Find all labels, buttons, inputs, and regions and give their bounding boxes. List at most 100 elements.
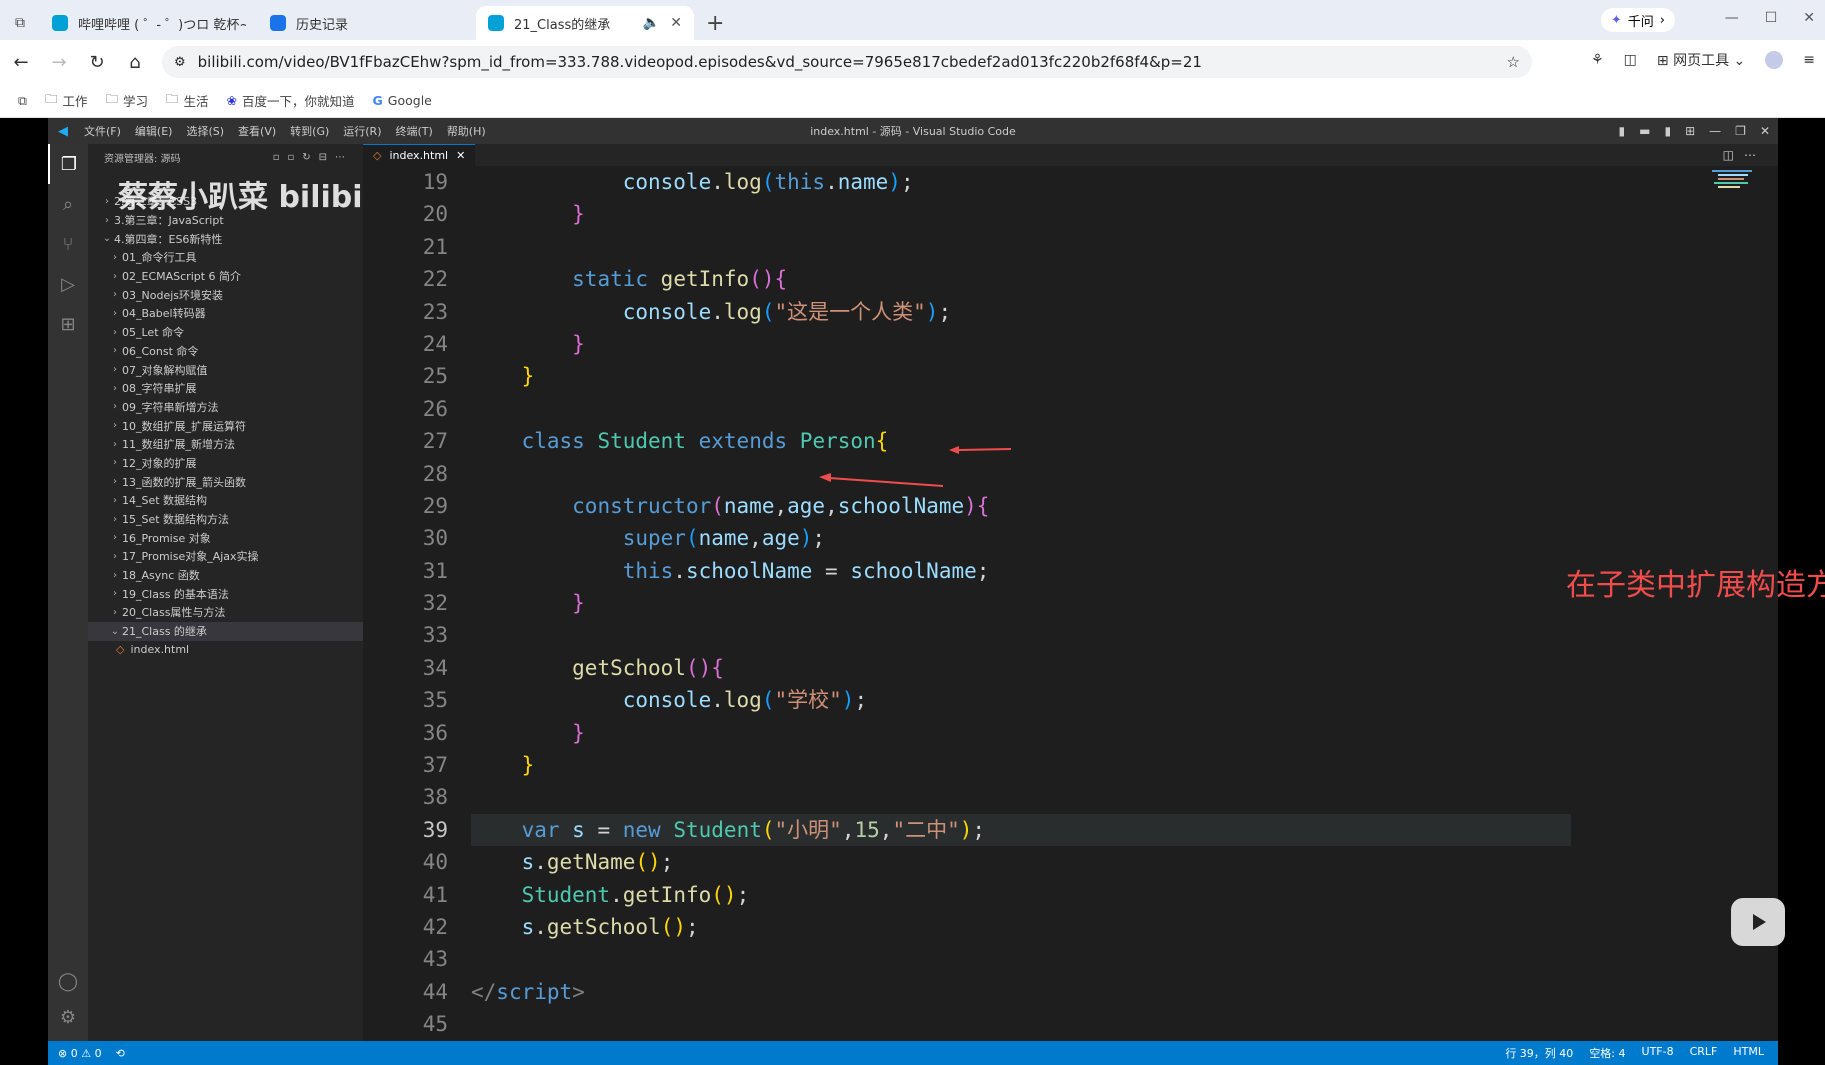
explorer-icon[interactable]: ❐ bbox=[48, 144, 88, 184]
folder-item[interactable]: › 07_对象解构赋值 bbox=[88, 360, 363, 379]
layout-sidebar-icon[interactable]: ▮ bbox=[1619, 124, 1626, 138]
folder-item[interactable]: › 01_命令行工具 bbox=[88, 248, 363, 267]
forward-icon[interactable]: → bbox=[40, 52, 78, 73]
remote-icon[interactable]: ⟲ bbox=[116, 1047, 125, 1060]
folder-item[interactable]: › 05_Let 命令 bbox=[88, 323, 363, 342]
browser-tab-active[interactable]: 21_Class的继承 🔈 ✕ bbox=[476, 6, 694, 40]
problems-count[interactable]: ⊗ 0 ⚠ 0 bbox=[58, 1047, 102, 1060]
source-control-icon[interactable]: ⑂ bbox=[48, 224, 88, 264]
folder-item[interactable]: › 06_Const 命令 bbox=[88, 342, 363, 361]
minimize-icon[interactable]: — bbox=[1709, 124, 1721, 138]
layout-secondary-icon[interactable]: ▮ bbox=[1665, 124, 1672, 138]
tab-title: 历史记录 bbox=[296, 17, 349, 33]
tree-item-label: 21_Class 的继承 bbox=[122, 625, 207, 639]
screenshot-icon[interactable]: ◫ bbox=[1624, 52, 1637, 68]
folder-item[interactable]: › 08_字符串扩展 bbox=[88, 379, 363, 398]
accounts-icon[interactable]: ◯ bbox=[48, 961, 88, 1001]
browser-tab-history[interactable]: 历史记录 bbox=[258, 6, 476, 40]
folder-item[interactable]: › 12_对象的扩展 bbox=[88, 454, 363, 473]
folder-item[interactable]: › 02_ECMAScript 6 简介 bbox=[88, 267, 363, 286]
minimap[interactable] bbox=[1708, 166, 1766, 236]
run-debug-icon[interactable]: ▷ bbox=[48, 264, 88, 304]
maximize-icon[interactable]: ☐ bbox=[1765, 10, 1778, 26]
speaker-icon[interactable]: 🔈 bbox=[643, 15, 660, 31]
url-text[interactable]: bilibili.com/video/BV1fFbazCEhw?spm_id_f… bbox=[198, 53, 1495, 71]
extensions-icon[interactable]: ⚘ bbox=[1591, 52, 1604, 68]
folder-item[interactable]: › 20_Class属性与方法 bbox=[88, 603, 363, 622]
qianwen-button[interactable]: ✦ 千问 › bbox=[1600, 8, 1675, 32]
editor-actions[interactable]: ◫⋯ bbox=[1723, 148, 1766, 162]
folder-item[interactable]: › 19_Class 的基本语法 bbox=[88, 584, 363, 603]
settings-gear-icon[interactable]: ⚙ bbox=[48, 997, 88, 1037]
folder-item[interactable]: › 14_Set 数据结构 bbox=[88, 491, 363, 510]
menu-item[interactable]: 文件(F) bbox=[84, 123, 121, 139]
extensions-icon[interactable]: ⊞ bbox=[48, 304, 88, 344]
status-item[interactable]: CRLF bbox=[1690, 1045, 1718, 1061]
folder-item[interactable]: › 18_Async 函数 bbox=[88, 566, 363, 585]
bilibili-tv-icon[interactable] bbox=[1731, 898, 1785, 946]
bookmark-label: Google bbox=[387, 93, 432, 108]
back-icon[interactable]: ← bbox=[2, 52, 40, 73]
explorer-actions[interactable]: ▫▫↻⊟⋯ bbox=[273, 152, 353, 163]
tree-item-label: index.html bbox=[130, 643, 190, 657]
search-icon[interactable]: ⌕ bbox=[48, 184, 88, 224]
profile-avatar-icon[interactable] bbox=[1765, 51, 1784, 69]
video-player[interactable]: ◀ 文件(F) 编辑(E) 选择(S) 查看(V) 转到(G) 运行(R) 终端(T) 帮助(… bbox=[0, 118, 1825, 1065]
address-bar[interactable]: ⚙ bilibili.com/video/BV1fFbazCEhw?spm_id… bbox=[162, 46, 1532, 78]
menu-item[interactable]: 帮助(H) bbox=[447, 123, 486, 139]
status-item[interactable]: HTML bbox=[1733, 1045, 1764, 1061]
folder-item[interactable]: › 10_数组扩展_扩展运算符 bbox=[88, 416, 363, 435]
menu-item[interactable]: 运行(R) bbox=[343, 123, 381, 139]
folder-item[interactable]: › 11_数组扩展_新增方法 bbox=[88, 435, 363, 454]
menu-item[interactable]: 终端(T) bbox=[396, 123, 433, 139]
code-editor[interactable]: 19 20 21 22 23 24 25 26 27 28 29 30 31 32 33 34 35 36 37 38… bbox=[363, 166, 1825, 1041]
editor-tab-index-html[interactable]: ◇ index.html ✕ bbox=[363, 144, 476, 166]
site-info-icon[interactable]: ⚙ bbox=[174, 55, 186, 70]
folder-item[interactable]: › 16_Promise 对象 bbox=[88, 528, 363, 547]
bookmark-folder-life[interactable]: 🗀 生活 bbox=[166, 90, 209, 111]
close-tab-icon[interactable]: ✕ bbox=[456, 149, 465, 162]
tab-title: 21_Class的继承 bbox=[514, 17, 611, 33]
bookmark-star-icon[interactable]: ☆ bbox=[1507, 53, 1520, 71]
menu-item[interactable]: 转到(G) bbox=[290, 123, 329, 139]
customize-layout-icon[interactable]: ⊞ bbox=[1685, 124, 1695, 138]
file-item[interactable]: ◇ index.html bbox=[88, 641, 363, 660]
tab-actions-icon[interactable]: ⧉ bbox=[0, 6, 40, 40]
tree-item-label: 15_Set 数据结构方法 bbox=[122, 513, 230, 527]
status-item[interactable]: 行 39，列 40 bbox=[1505, 1045, 1573, 1061]
folder-item[interactable]: › 03_Nodejs环境安装 bbox=[88, 285, 363, 304]
tree-item-label: 07_对象解构赋值 bbox=[122, 363, 208, 377]
menu-item[interactable]: 选择(S) bbox=[186, 123, 224, 139]
bookmark-google[interactable]: G Google bbox=[373, 93, 432, 108]
menu-item[interactable]: 编辑(E) bbox=[135, 123, 173, 139]
status-item[interactable]: UTF-8 bbox=[1642, 1045, 1674, 1061]
folder-item[interactable]: › 04_Babel转码器 bbox=[88, 304, 363, 323]
vscode-logo-icon: ◀ bbox=[58, 123, 68, 139]
close-window-icon[interactable]: ✕ bbox=[1760, 124, 1770, 138]
bookmark-folder-study[interactable]: 🗀 学习 bbox=[105, 90, 148, 111]
new-tab-button[interactable]: + bbox=[694, 6, 736, 40]
status-item[interactable]: 空格: 4 bbox=[1589, 1045, 1625, 1061]
close-tab-icon[interactable]: ✕ bbox=[670, 15, 682, 31]
layout-panel-icon[interactable]: ▬ bbox=[1639, 124, 1650, 138]
bookmark-label: 学习 bbox=[122, 94, 148, 109]
menu-icon[interactable]: ≡ bbox=[1803, 52, 1815, 68]
menu-item[interactable]: 查看(V) bbox=[238, 123, 276, 139]
folder-item[interactable]: › 17_Promise对象_Ajax实操 bbox=[88, 547, 363, 566]
minimize-icon[interactable]: — bbox=[1725, 10, 1739, 26]
bookmark-baidu[interactable]: ❀ 百度一下，你就知道 bbox=[227, 91, 355, 110]
apps-icon[interactable]: ⧉ bbox=[18, 93, 27, 109]
close-window-icon[interactable]: ✕ bbox=[1803, 10, 1815, 26]
restore-icon[interactable]: ❐ bbox=[1735, 124, 1746, 138]
reload-icon[interactable]: ↻ bbox=[78, 52, 116, 73]
browser-tab-bilibili[interactable]: 哔哩哔哩 ( ゜- ゜)つロ 乾杯~ bbox=[40, 6, 258, 40]
baidu-icon: ❀ bbox=[226, 93, 238, 108]
folder-item[interactable]: ⌄ 4.第四章：ES6新特性 bbox=[88, 229, 363, 248]
folder-item[interactable]: › 13_函数的扩展_箭头函数 bbox=[88, 472, 363, 491]
folder-item[interactable]: ⌄ 21_Class 的继承 bbox=[88, 621, 363, 641]
home-icon[interactable]: ⌂ bbox=[116, 52, 154, 73]
bookmark-folder-work[interactable]: 🗀 工作 bbox=[45, 90, 88, 111]
folder-item[interactable]: › 15_Set 数据结构方法 bbox=[88, 510, 363, 529]
folder-item[interactable]: › 09_字符串新增方法 bbox=[88, 398, 363, 417]
web-tools-button[interactable]: ⊞ 网页工具 ⌄ bbox=[1657, 50, 1745, 70]
